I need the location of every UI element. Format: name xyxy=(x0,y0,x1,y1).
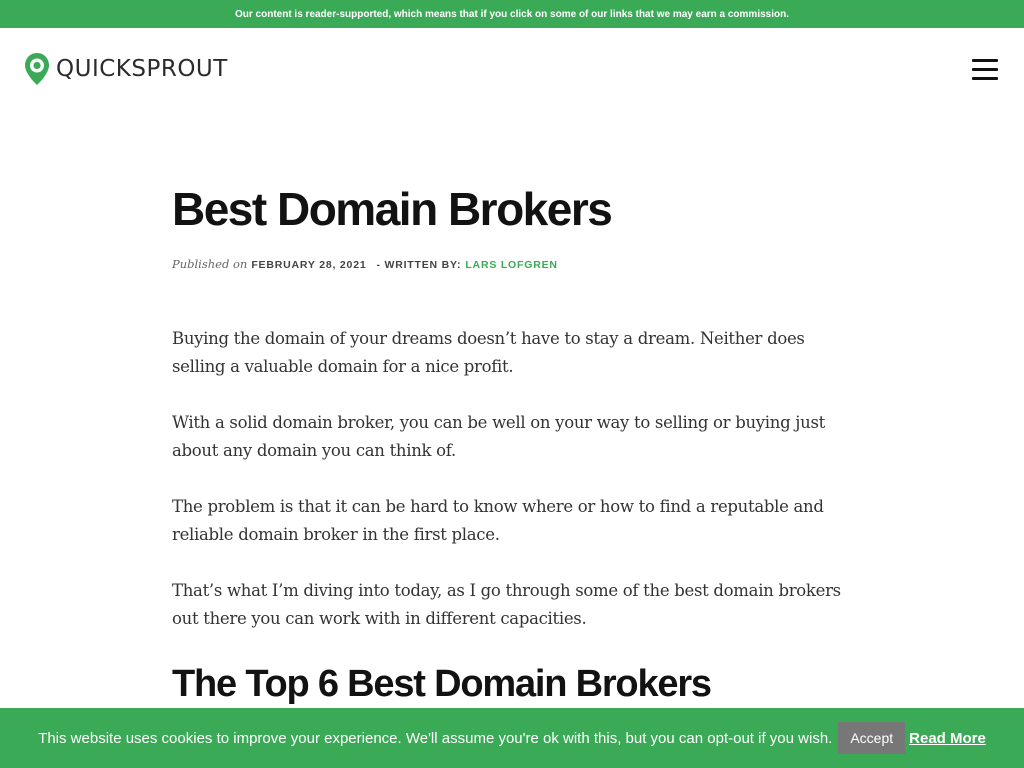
accept-button[interactable]: Accept xyxy=(838,722,906,754)
cookie-consent-bar: This website uses cookies to improve you… xyxy=(0,708,1024,768)
written-by-label: - WRITTEN BY: xyxy=(376,259,462,271)
site-header: QUICKSPROUT xyxy=(0,28,1024,112)
affiliate-notice-bar: Our content is reader-supported, which m… xyxy=(0,0,1024,28)
paragraph: With a solid domain broker, you can be w… xyxy=(172,413,825,460)
logo-wordmark: QUICKSPROUT xyxy=(56,56,228,82)
published-label: Published on xyxy=(172,257,248,271)
quicksprout-logo-icon xyxy=(25,53,49,85)
site-logo[interactable]: QUICKSPROUT xyxy=(24,52,228,86)
article: Best Domain Brokers Published on FEBRUAR… xyxy=(172,180,852,707)
publish-date: FEBRUARY 28, 2021 xyxy=(251,259,367,271)
cookie-message: This website uses cookies to improve you… xyxy=(38,729,833,747)
article-body: Buying the domain of your dreams doesn’t… xyxy=(172,325,852,707)
paragraph: Buying the domain of your dreams doesn’t… xyxy=(172,329,805,376)
paragraph: That’s what I’m diving into today, as I … xyxy=(172,581,841,628)
affiliate-notice-text: Our content is reader-supported, which m… xyxy=(234,8,789,20)
article-meta: Published on FEBRUARY 28, 2021 - WRITTEN… xyxy=(172,257,852,271)
hamburger-menu-icon[interactable] xyxy=(972,59,998,85)
author-link[interactable]: LARS LOFGREN xyxy=(465,259,557,271)
paragraph: The problem is that it can be hard to kn… xyxy=(172,497,824,544)
read-more-link[interactable]: Read More xyxy=(909,730,986,747)
section-heading: The Top 6 Best Domain Brokers xyxy=(172,663,712,705)
page-title: Best Domain Brokers xyxy=(172,183,613,235)
